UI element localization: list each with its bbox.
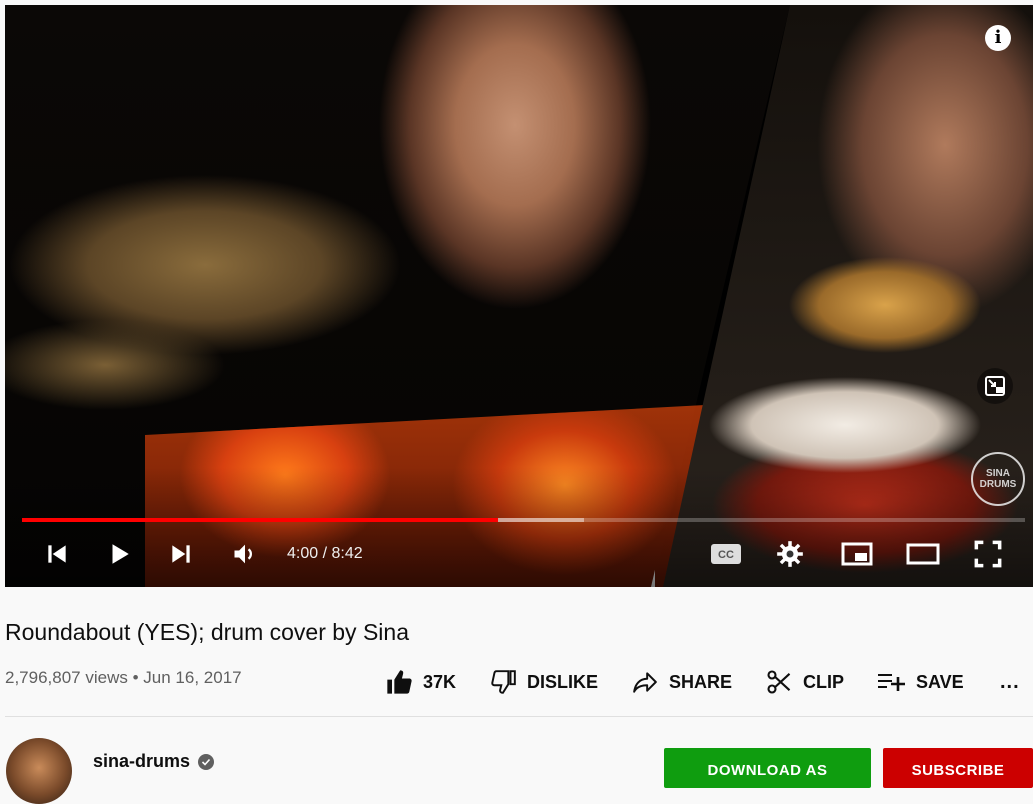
fullscreen-button[interactable]	[971, 538, 1005, 570]
share-icon	[633, 672, 657, 693]
clip-button[interactable]: CLIP	[765, 665, 844, 699]
scissors-icon	[767, 670, 791, 694]
view-count: 2,796,807 views	[5, 668, 128, 687]
miniplayer-button[interactable]	[840, 538, 874, 570]
section-divider	[5, 716, 1033, 717]
settings-button[interactable]	[774, 538, 806, 570]
download-button[interactable]: DOWNLOAD AS	[664, 748, 871, 788]
channel-name-link[interactable]: sina-drums	[93, 751, 215, 772]
playlist-add-icon	[878, 674, 905, 691]
upload-date: Jun 16, 2017	[143, 668, 242, 687]
meta-separator: •	[132, 668, 139, 687]
like-button[interactable]: 37K	[385, 665, 456, 699]
channel-avatar[interactable]	[6, 738, 72, 804]
share-label: SHARE	[669, 671, 733, 692]
play-icon	[112, 544, 129, 564]
theater-mode-button[interactable]	[905, 538, 941, 570]
video-title: Roundabout (YES); drum cover by Sina	[5, 619, 409, 645]
settings-icon	[777, 541, 803, 567]
verified-icon	[198, 753, 215, 770]
info-icon[interactable]: i	[985, 25, 1011, 51]
volume-icon	[234, 544, 252, 564]
more-icon: ...	[1000, 670, 1020, 693]
video-player[interactable]: i SINA DRUMS 4:00 / 8:42 CC	[5, 5, 1033, 587]
cc-icon: CC	[711, 544, 741, 564]
previous-button[interactable]	[41, 538, 73, 570]
like-count: 37K	[423, 671, 457, 692]
thumbs-down-icon	[491, 670, 516, 694]
miniplayer-icon	[841, 542, 873, 566]
video-meta: 2,796,807 views • Jun 16, 2017	[5, 668, 242, 688]
controls-gradient	[5, 467, 1033, 587]
next-button[interactable]	[165, 538, 197, 570]
captions-button[interactable]: CC	[708, 538, 744, 570]
progress-bar[interactable]	[22, 518, 1025, 522]
time-display: 4:00 / 8:42	[287, 545, 363, 562]
dislike-button[interactable]: DISLIKE	[491, 665, 598, 699]
subscribe-button[interactable]: SUBSCRIBE	[883, 748, 1033, 788]
miniplayer-arrow-icon	[985, 376, 1005, 396]
channel-watermark[interactable]: SINA DRUMS	[971, 452, 1025, 506]
clip-label: CLIP	[803, 671, 845, 692]
theater-icon	[906, 543, 940, 565]
fullscreen-icon	[974, 540, 1002, 568]
progress-played	[22, 518, 499, 522]
prev-icon	[48, 545, 66, 563]
share-button[interactable]: SHARE	[631, 665, 732, 699]
next-icon	[172, 545, 190, 563]
more-actions-button[interactable]: ...	[1000, 665, 1020, 699]
volume-button[interactable]	[227, 538, 263, 570]
channel-name: sina-drums	[93, 751, 191, 771]
save-button[interactable]: SAVE	[876, 665, 964, 699]
miniplayer-overlay-button[interactable]	[977, 368, 1013, 404]
svg-text:CC: CC	[718, 549, 734, 561]
save-label: SAVE	[916, 671, 964, 692]
play-button[interactable]	[103, 538, 135, 570]
thumbs-up-icon	[387, 670, 412, 694]
dislike-label: DISLIKE	[527, 671, 599, 692]
